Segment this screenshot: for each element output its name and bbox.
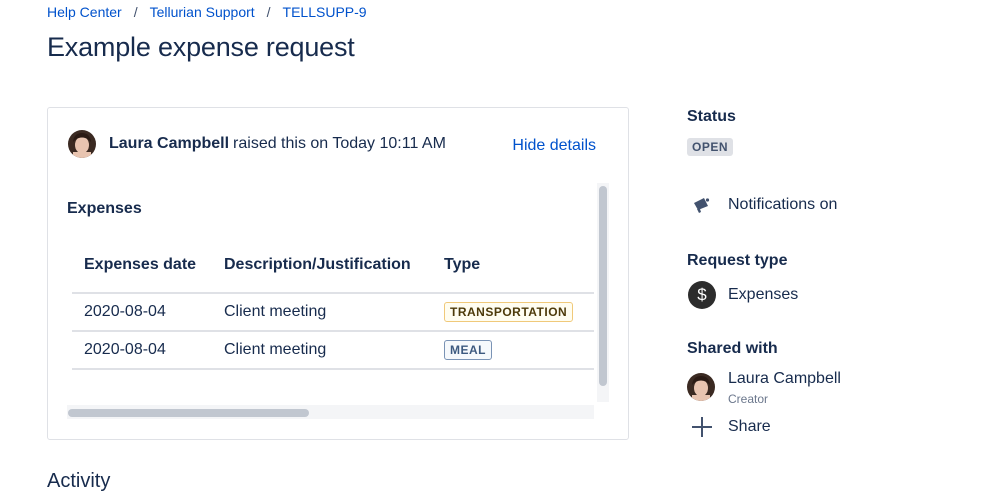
expense-description-cell: Client meeting — [212, 331, 432, 370]
status-badge: OPEN — [687, 138, 734, 156]
horizontal-scrollbar[interactable] — [67, 405, 594, 419]
vertical-scrollbar-thumb[interactable] — [599, 186, 607, 386]
page-title: Example expense request — [47, 32, 355, 62]
expense-date-cell: 2020-08-04 — [72, 331, 212, 370]
status-heading: Status — [687, 108, 736, 125]
expense-date-cell: 2020-08-04 — [72, 293, 212, 332]
breadcrumb-separator: / — [133, 4, 138, 20]
request-type-value: Expenses — [728, 286, 799, 303]
breadcrumb-help-center[interactable]: Help Center — [47, 4, 122, 20]
megaphone-icon — [687, 190, 717, 220]
dollar-icon: $ — [688, 281, 716, 309]
type-lozenge: MEAL — [444, 340, 492, 360]
notifications-toggle[interactable]: Notifications on — [687, 190, 837, 220]
shared-user-name: Laura Campbell — [728, 370, 841, 387]
reporter-name[interactable]: Laura Campbell — [109, 135, 229, 153]
table-header-row: Expenses date Description/Justification … — [72, 238, 594, 294]
expense-type-cell: TRANSPORTATION — [432, 293, 594, 332]
column-header-type: Type — [432, 238, 594, 294]
shared-user-role: Creator — [728, 392, 769, 406]
reporter-avatar[interactable] — [68, 130, 96, 158]
column-header-description: Description/Justification — [212, 238, 432, 294]
shared-user-avatar[interactable] — [687, 373, 715, 401]
vertical-scrollbar[interactable] — [597, 183, 609, 402]
expenses-table: Expenses date Description/Justification … — [72, 238, 594, 370]
breadcrumb-tellurian-support[interactable]: Tellurian Support — [150, 4, 255, 20]
request-header: Laura Campbell raised this on Today 10:1… — [68, 130, 446, 158]
column-header-date: Expenses date — [72, 238, 212, 294]
request-type-row: $ Expenses — [687, 280, 798, 310]
table-row: 2020-08-04 Client meeting TRANSPORTATION — [72, 293, 594, 332]
breadcrumb: Help Center / Tellurian Support / TELLSU… — [47, 4, 367, 20]
breadcrumb-issue-key[interactable]: TELLSUPP-9 — [283, 4, 367, 20]
expense-description-cell: Client meeting — [212, 293, 432, 332]
plus-icon — [687, 412, 717, 442]
raised-timestamp: raised this on Today 10:11 AM — [233, 135, 446, 152]
expenses-label: Expenses — [67, 200, 142, 217]
request-type-heading: Request type — [687, 252, 788, 269]
request-type-icon-box: $ — [687, 280, 717, 310]
hide-details-link[interactable]: Hide details — [512, 137, 596, 155]
expenses-field: Expenses Expenses date Description/Justi… — [67, 183, 612, 483]
expense-type-cell: MEAL — [432, 331, 594, 370]
request-details-card: Laura Campbell raised this on Today 10:1… — [47, 107, 629, 440]
table-row: 2020-08-04 Client meeting MEAL — [72, 331, 594, 370]
shared-with-heading: Shared with — [687, 340, 778, 357]
share-button[interactable]: Share — [687, 412, 771, 442]
share-label: Share — [728, 418, 771, 435]
horizontal-scrollbar-thumb[interactable] — [68, 409, 309, 417]
activity-heading: Activity — [47, 470, 111, 492]
breadcrumb-separator: / — [266, 4, 271, 20]
notifications-label: Notifications on — [728, 196, 838, 213]
shared-user: Laura Campbell Creator — [687, 369, 841, 409]
type-lozenge: TRANSPORTATION — [444, 302, 574, 322]
